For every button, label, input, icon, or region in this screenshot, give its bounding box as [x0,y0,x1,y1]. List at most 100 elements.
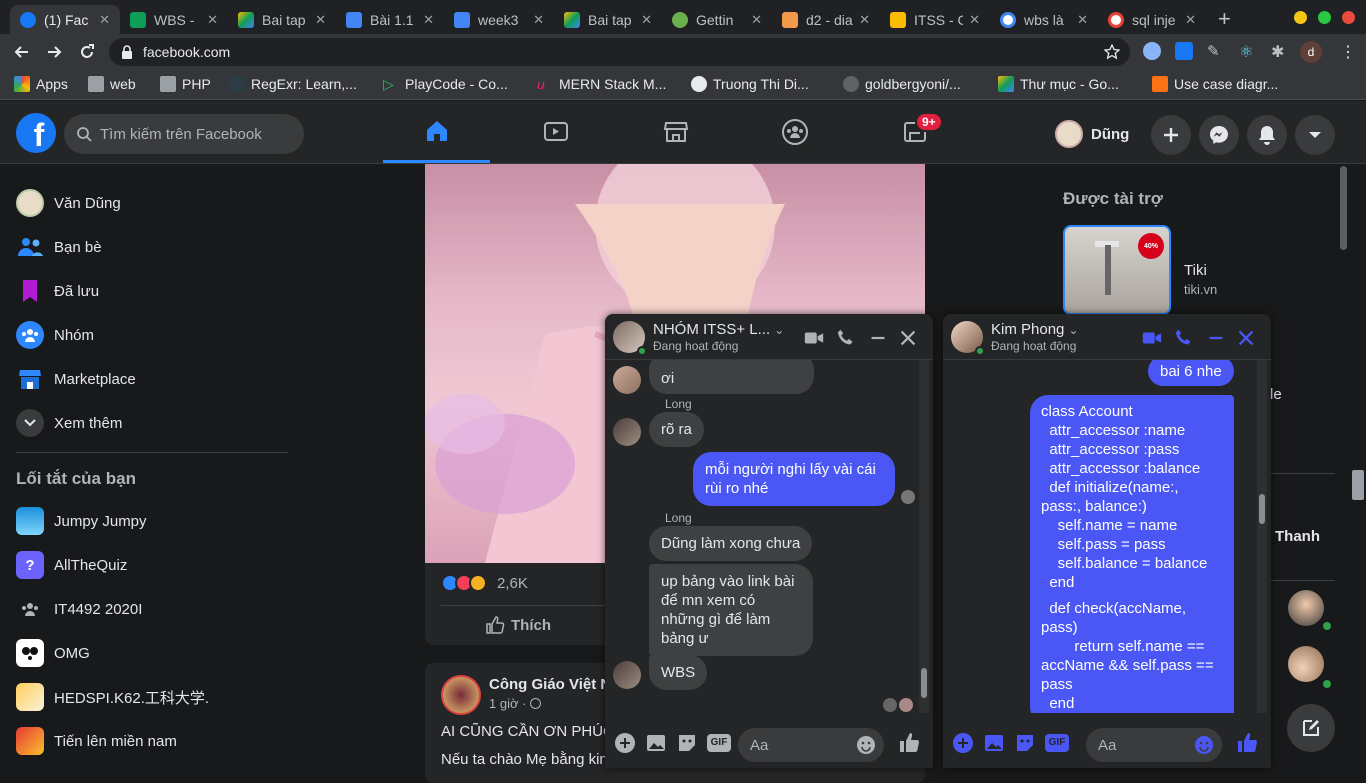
message-input[interactable]: Aa [1086,728,1222,762]
bookmark-regexr[interactable]: RegExr: Learn,... [229,76,357,92]
contact-avatar[interactable] [1288,590,1324,626]
image-icon[interactable] [983,732,1005,754]
page-scrollbar[interactable] [1340,166,1347,250]
tab-google-sql[interactable]: sql inje ✕ [1098,5,1206,34]
reactions[interactable]: 2,6K [441,574,528,592]
bookmark-apps[interactable]: Apps [14,76,68,92]
close-icon[interactable] [897,327,919,349]
sticker-icon[interactable] [676,732,698,754]
contact-avatar[interactable] [1288,646,1324,682]
tab-wbs[interactable]: WBS - ✕ [120,5,228,34]
facebook-logo[interactable]: f [16,113,56,153]
close-icon[interactable] [1235,327,1257,349]
minimize-icon[interactable] [867,327,889,349]
page-avatar[interactable] [441,675,481,715]
shortcut-omg[interactable]: OMG [16,633,90,673]
bookmark-folder-php[interactable]: PHP [160,76,211,92]
bookmark-playcode[interactable]: ▷ PlayCode - Co... [383,76,508,92]
post-author[interactable]: Công Giáo Việt N [489,676,611,693]
sticker-icon[interactable] [1014,732,1036,754]
back-button[interactable] [12,42,32,62]
nav-watch[interactable] [502,101,609,163]
tab-slides[interactable]: ITSS - C ✕ [880,5,990,34]
phone-icon[interactable] [1173,327,1195,349]
profile-chip[interactable]: Dũng [1055,117,1129,151]
tab-diagram[interactable]: d2 - dia ✕ [772,5,880,34]
extension-icon[interactable] [1143,42,1161,60]
tab-drive-2[interactable]: Bai tap ✕ [554,5,662,34]
tab-docs-week3[interactable]: week3 ✕ [444,5,554,34]
close-icon[interactable]: ✕ [315,12,326,28]
bookmark-drive-folder[interactable]: Thư mục - Go... [998,76,1119,92]
sidebar-item-marketplace[interactable]: Marketplace [16,359,136,399]
new-message-button[interactable] [1287,704,1335,752]
close-icon[interactable]: ✕ [1077,12,1088,28]
chat-header[interactable]: Kim Phong ⌄ Đang hoạt động [943,314,1271,360]
window-scrollbar[interactable] [1352,470,1364,500]
message-input[interactable]: Aa [738,728,884,762]
bookmark-github[interactable]: goldbergyoni/... [843,76,961,92]
shortcut-it4492[interactable]: IT4492 2020I [16,589,142,629]
new-tab-button[interactable]: + [1218,6,1231,32]
shortcut-tienlen[interactable]: Tiến lên miền nam [16,721,177,761]
chat-messages[interactable]: ơi Long rõ ra mỗi người nghi lấy vài cái… [605,360,933,713]
sidebar-item-friends[interactable]: Bạn bè [16,227,102,267]
chevron-down-icon[interactable]: ⌄ [1069,323,1079,337]
sidebar-item-groups[interactable]: Nhóm [16,315,94,355]
tab-google-wbs[interactable]: wbs là ✕ [990,5,1098,34]
star-icon[interactable] [1104,44,1120,60]
thumbs-up-icon[interactable] [1236,732,1258,754]
bookmark-truong[interactable]: Truong Thi Di... [691,76,809,92]
maximize-window-button[interactable] [1318,11,1331,24]
close-icon[interactable]: ✕ [423,12,434,28]
emoji-icon[interactable] [1194,735,1214,755]
video-call-icon[interactable] [1141,327,1163,349]
shortcut-hedspi[interactable]: HEDSPI.K62.工科大学. [16,677,209,717]
tab-getting[interactable]: Gettin ✕ [662,5,772,34]
scrollbar-thumb[interactable] [1259,494,1265,524]
bookmark-folder-web[interactable]: web [88,76,136,92]
chat-header[interactable]: NHÓM ITSS+ L... ⌄ Đang hoạt động [605,314,933,360]
scrollbar-thumb[interactable] [921,668,927,698]
tab-docs[interactable]: Bài 1.1 ✕ [336,5,444,34]
messenger-button[interactable] [1199,115,1239,155]
image-icon[interactable] [645,732,667,754]
notifications-button[interactable] [1247,115,1287,155]
bookmark-usecase[interactable]: Use case diagr... [1152,76,1278,92]
ad-image[interactable]: 40% [1063,225,1171,315]
sidebar-item-see-more[interactable]: Xem thêm [16,403,122,443]
tab-facebook[interactable]: (1) Fac ✕ [10,5,120,34]
nav-gaming[interactable]: 9+ [861,101,968,163]
post-time[interactable]: 1 giờ · [489,696,526,711]
sidebar-item-saved[interactable]: Đã lưu [16,271,99,311]
sidebar-item-profile[interactable]: Văn Dũng [16,183,121,223]
close-window-button[interactable] [1342,11,1355,24]
bookmark-mern[interactable]: u MERN Stack M... [537,76,666,92]
pen-extension-icon[interactable]: ✎ [1207,42,1225,60]
close-icon[interactable]: ✕ [1185,12,1196,28]
close-icon[interactable]: ✕ [969,12,980,28]
close-icon[interactable]: ✕ [207,12,218,28]
chat-scrollbar[interactable] [1257,360,1267,713]
profile-avatar[interactable]: d [1300,41,1322,63]
chat-scrollbar[interactable] [919,360,929,713]
like-button[interactable]: Thích [485,615,551,635]
close-icon[interactable]: ✕ [99,12,110,28]
shortcut-allthequiz[interactable]: ? AllTheQuiz [16,545,127,585]
forward-button[interactable] [44,42,64,62]
menu-kebab-icon[interactable]: ⋮ [1340,42,1358,61]
close-icon[interactable]: ✕ [751,12,762,28]
nav-groups[interactable] [741,101,848,163]
gif-icon[interactable]: GIF [707,734,731,752]
minimize-window-button[interactable] [1294,11,1307,24]
search-input[interactable]: Tìm kiếm trên Facebook [64,114,304,154]
account-menu-button[interactable] [1295,115,1335,155]
thumbs-up-icon[interactable] [898,732,920,754]
create-button[interactable] [1151,115,1191,155]
plus-circle-icon[interactable] [614,732,636,754]
phone-icon[interactable] [835,327,857,349]
facebook-extension-icon[interactable] [1175,42,1193,60]
close-icon[interactable]: ✕ [859,12,870,28]
ad-title[interactable]: Tiki [1184,262,1207,279]
video-call-icon[interactable] [803,327,825,349]
